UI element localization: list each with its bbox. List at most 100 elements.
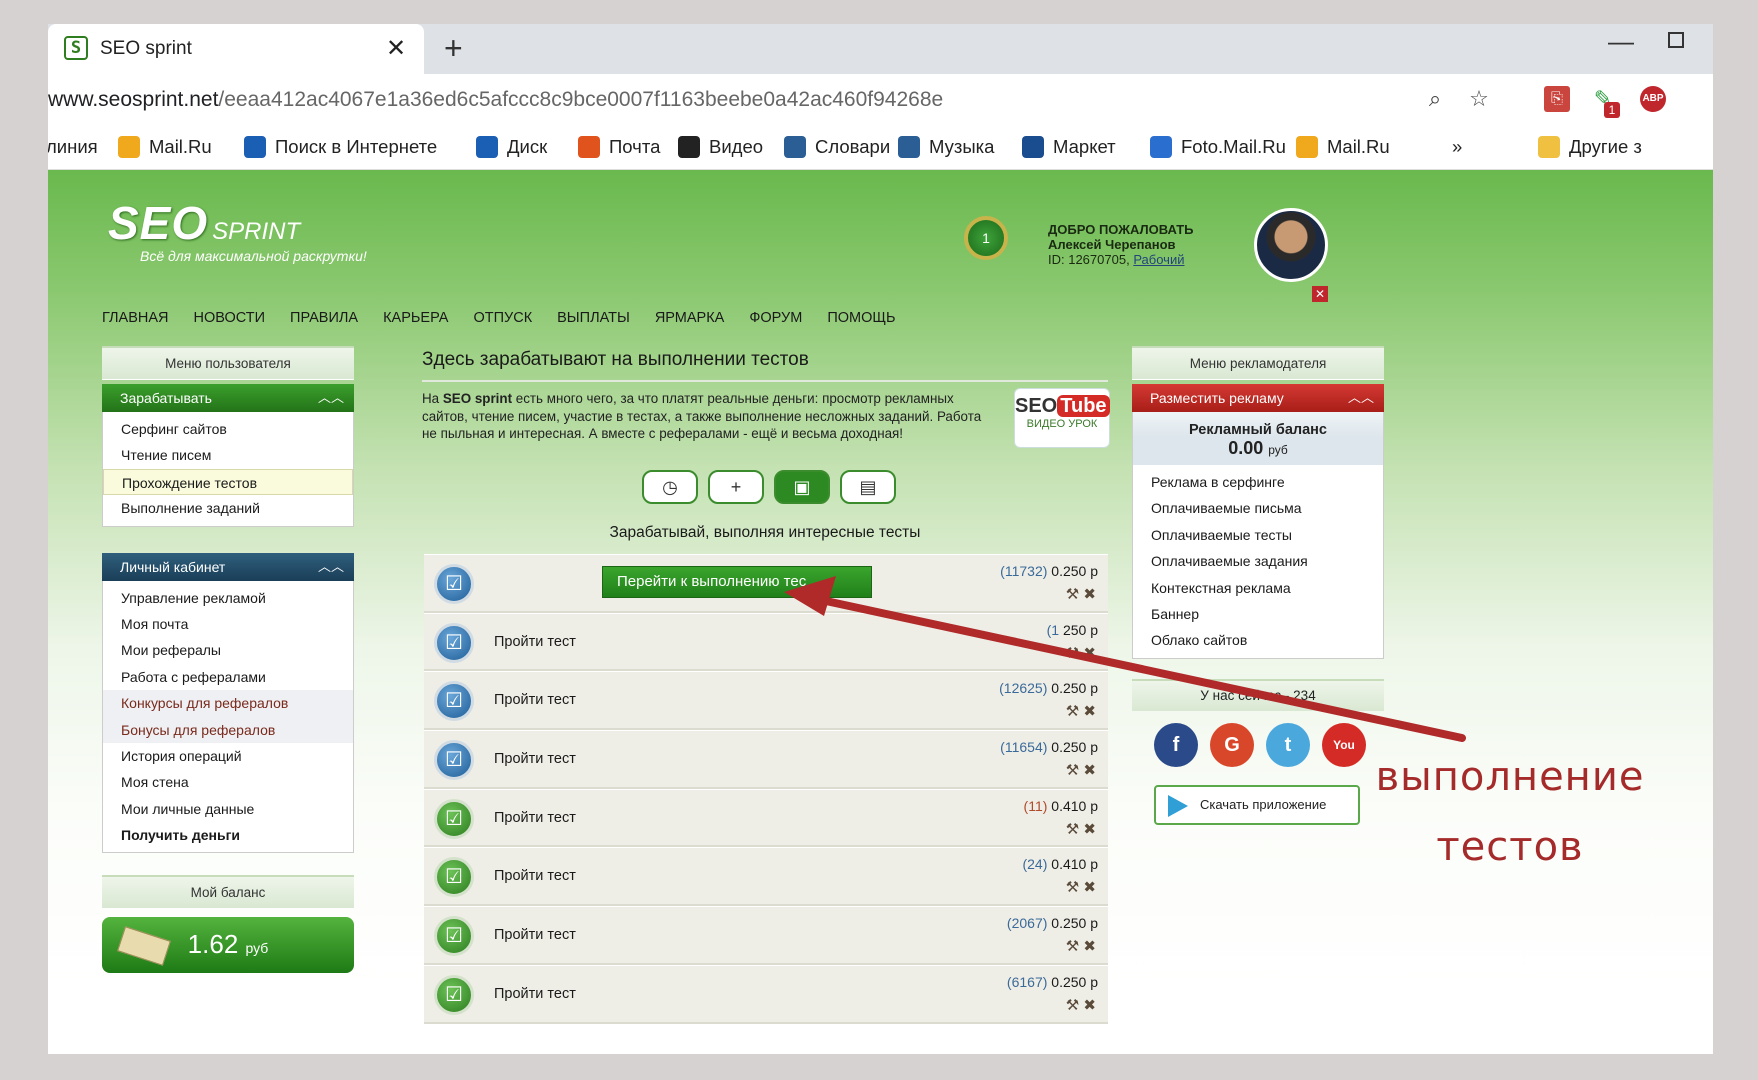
hammer-icon[interactable]: ⚒ <box>1066 762 1084 779</box>
browser-tab[interactable]: S SEO sprint ✕ <box>48 24 424 74</box>
take-test-link[interactable]: Пройти тест <box>494 927 576 943</box>
cabinet-menu-item[interactable]: Мои рефералы <box>103 637 353 663</box>
go-to-test-button[interactable]: Перейти к выполнению тес <box>602 566 872 598</box>
take-test-link[interactable]: Пройти тест <box>494 810 576 826</box>
bookmark-star-icon[interactable]: ☆ <box>1466 86 1492 112</box>
hide-test-icon[interactable]: ✖ <box>1083 997 1096 1014</box>
nav-item[interactable]: ОТПУСК <box>473 310 532 326</box>
clock-icon[interactable]: ◷ <box>642 470 698 504</box>
ad-menu-item[interactable]: Облако сайтов <box>1133 627 1383 653</box>
briefcase-icon[interactable]: ▤ <box>840 470 896 504</box>
bookmark-item[interactable]: Mail.Ru <box>1296 136 1390 158</box>
test-row[interactable]: ☑ Пройти тест (24) 0.410 р ⚒ ✖ <box>424 847 1108 907</box>
bookmark-item[interactable]: Поиск в Интернете <box>244 136 437 158</box>
take-test-link[interactable]: Пройти тест <box>494 692 576 708</box>
hide-test-icon[interactable]: ✖ <box>1083 938 1096 955</box>
bookmark-item[interactable]: Mail.Ru <box>118 136 212 158</box>
new-tab-button[interactable]: + <box>444 30 463 67</box>
cabinet-menu-item[interactable]: Работа с рефералами <box>103 664 353 690</box>
bookmark-item[interactable]: Музыка <box>898 136 994 158</box>
avatar[interactable] <box>1254 208 1328 282</box>
minimize-window-button[interactable]: — <box>1608 26 1634 57</box>
nav-item[interactable]: ФОРУМ <box>749 310 802 326</box>
hide-test-icon[interactable]: ✖ <box>1083 703 1096 720</box>
earn-menu-header[interactable]: Зарабатывать ︿︿ <box>102 384 354 412</box>
hammer-icon[interactable]: ⚒ <box>1066 997 1084 1014</box>
balance-button[interactable]: 1.62 руб <box>102 917 354 974</box>
take-test-link[interactable]: Пройти тест <box>494 751 576 767</box>
logout-close-icon[interactable]: ✕ <box>1312 286 1328 302</box>
hammer-icon[interactable]: ⚒ <box>1066 645 1084 662</box>
nav-item[interactable]: ПОМОЩЬ <box>827 310 895 326</box>
hammer-icon[interactable]: ⚒ <box>1066 703 1084 720</box>
site-logo[interactable]: SEO SPRINT Всё для максимальной раскрутки… <box>108 196 367 264</box>
ad-menu-item[interactable]: Оплачиваемые тесты <box>1133 522 1383 548</box>
cabinet-menu-item[interactable]: Мои личные данные <box>103 796 353 822</box>
hide-test-icon[interactable]: ✖ <box>1083 645 1096 662</box>
hammer-icon[interactable]: ⚒ <box>1066 938 1084 955</box>
cabinet-menu-item[interactable]: Управление рекламой <box>103 585 353 611</box>
test-row[interactable]: ☑ Пройти тест (11) 0.410 р ⚒ ✖ <box>424 788 1108 848</box>
url-text[interactable]: www.seosprint.net/eeaa412ac4067e1a36ed6c… <box>48 88 943 112</box>
take-test-link[interactable]: Пройти тест <box>494 868 576 884</box>
bookmark-item[interactable]: линия <box>48 136 98 158</box>
user-status-link[interactable]: Рабочий <box>1133 252 1184 267</box>
close-tab-icon[interactable]: ✕ <box>386 34 406 63</box>
cabinet-menu-header[interactable]: Личный кабинет ︿︿ <box>102 552 354 581</box>
ad-menu-item[interactable]: Контекстная реклама <box>1133 575 1383 601</box>
hammer-icon[interactable]: ⚒ <box>1066 821 1084 838</box>
bookmark-item[interactable]: Видео <box>678 136 763 158</box>
test-row[interactable]: ☑ Пройти тест (12625) 0.250 р ⚒ ✖ <box>424 671 1108 731</box>
take-test-link[interactable]: Пройти тест <box>494 634 576 650</box>
cabinet-menu-item[interactable]: Получить деньги <box>103 822 353 848</box>
hide-test-icon[interactable]: ✖ <box>1083 879 1096 896</box>
nav-item[interactable]: НОВОСТИ <box>194 310 266 326</box>
earn-menu-item[interactable]: Выполнение заданий <box>103 495 353 521</box>
nav-item[interactable]: ЯРМАРКА <box>655 310 725 326</box>
nav-item[interactable]: ВЫПЛАТЫ <box>557 310 630 326</box>
hide-test-icon[interactable]: ✖ <box>1083 586 1096 603</box>
ad-menu-item[interactable]: Оплачиваемые задания <box>1133 548 1383 574</box>
hammer-icon[interactable]: ⚒ <box>1066 879 1084 896</box>
test-row[interactable]: ☑ Пройти тест (6167) 0.250 р ⚒ ✖ <box>424 964 1108 1024</box>
bookmark-item[interactable]: Словари <box>784 136 890 158</box>
bookmark-item[interactable]: Маркет <box>1022 136 1116 158</box>
zoom-icon[interactable]: ⌕ <box>1422 86 1448 112</box>
test-row[interactable]: ☑ Пройти тест (2067) 0.250 р ⚒ ✖ <box>424 906 1108 965</box>
earn-menu-item[interactable]: Прохождение тестов <box>103 468 353 496</box>
hammer-icon[interactable]: ⚒ <box>1066 586 1084 603</box>
test-row[interactable]: ☑ Перейти к выполнению тес (11732) 0.250 р… <box>424 554 1108 613</box>
address-bar[interactable]: www.seosprint.net/eeaa412ac4067e1a36ed6c… <box>48 74 1713 126</box>
cabinet-menu-item[interactable]: Моя почта <box>103 611 353 637</box>
pdf-extension-icon[interactable]: ⎘ <box>1544 86 1570 112</box>
cabinet-menu-item[interactable]: Конкурсы для рефералов <box>103 690 353 717</box>
take-test-link[interactable]: Пройти тест <box>494 986 576 1002</box>
bookmark-item[interactable]: » <box>1452 136 1462 158</box>
earn-menu-item[interactable]: Чтение писем <box>103 442 353 468</box>
ad-menu-item[interactable]: Оплачиваемые письма <box>1133 495 1383 521</box>
nav-item[interactable]: ПРАВИЛА <box>290 310 358 326</box>
test-row[interactable]: ☑ Пройти тест (11654) 0.250 р ⚒ ✖ <box>424 730 1108 789</box>
test-icon[interactable]: ▣ <box>774 470 830 504</box>
hide-test-icon[interactable]: ✖ <box>1083 762 1096 779</box>
facebook-icon[interactable]: f <box>1154 722 1198 767</box>
nav-item[interactable]: ГЛАВНАЯ <box>102 310 169 326</box>
maximize-window-button[interactable] <box>1668 32 1684 48</box>
cabinet-menu-item[interactable]: История операций <box>103 743 353 769</box>
google-icon[interactable]: G <box>1210 722 1254 767</box>
bookmark-item[interactable]: Почта <box>578 136 660 158</box>
bookmark-item[interactable]: Foto.Mail.Ru <box>1150 136 1286 158</box>
adblock-icon[interactable]: ABP <box>1640 86 1666 112</box>
nav-item[interactable]: КАРЬЕРА <box>383 310 448 326</box>
place-ad-header[interactable]: Разместить рекламу ︿︿ <box>1132 384 1384 412</box>
twitter-icon[interactable]: t <box>1266 722 1310 767</box>
bookmark-item[interactable]: Другие з <box>1538 136 1642 158</box>
add-icon[interactable]: + <box>708 470 764 504</box>
seotube-video-button[interactable]: SEO Tube ВИДЕО УРОК <box>1014 388 1110 448</box>
download-app-button[interactable]: Скачать приложение <box>1154 784 1360 825</box>
hide-test-icon[interactable]: ✖ <box>1083 821 1096 838</box>
bookmark-item[interactable]: Диск <box>476 136 547 158</box>
test-row[interactable]: ☑ Пройти тест (1 250 р ⚒ ✖ <box>424 612 1108 672</box>
ad-menu-item[interactable]: Баннер <box>1133 601 1383 627</box>
cabinet-menu-item[interactable]: Бонусы для рефералов <box>103 716 353 743</box>
